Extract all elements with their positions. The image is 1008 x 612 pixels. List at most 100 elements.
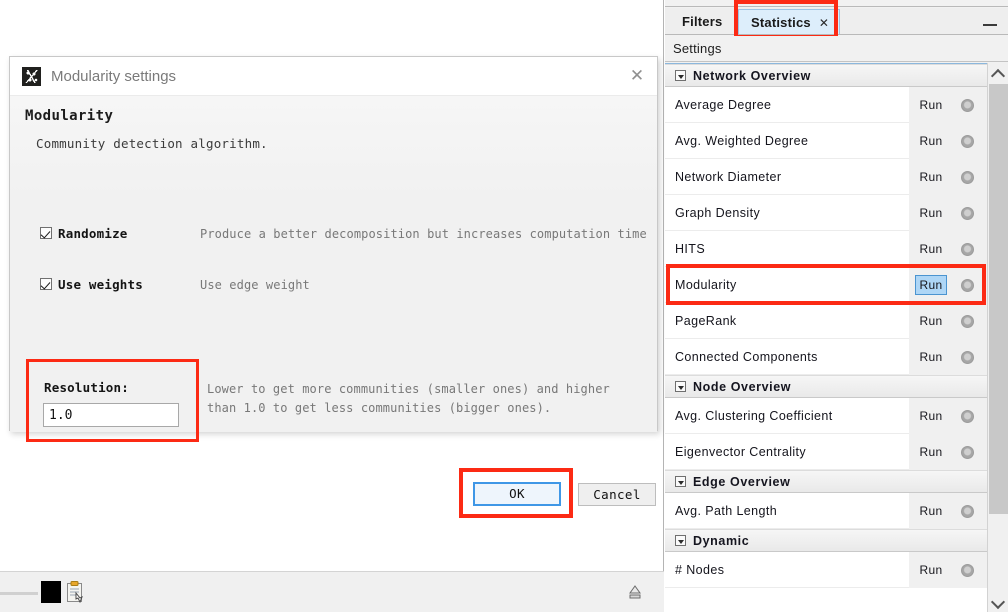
table-row[interactable]: Network Diameter Run [665, 159, 987, 195]
close-icon[interactable]: ✕ [819, 11, 829, 36]
statistic-actions: Run [909, 267, 987, 303]
table-row[interactable]: Average Degree Run [665, 87, 987, 123]
run-button[interactable]: Run [915, 406, 947, 426]
annotation-box-resolution [26, 359, 199, 442]
tab-filters[interactable]: Filters [668, 9, 737, 34]
chevron-down-icon[interactable] [675, 381, 686, 392]
statistic-actions: Run [909, 303, 987, 339]
panel-tab-bar: Filters Statistics ✕ [665, 8, 1008, 35]
statistic-name: PageRank [675, 313, 737, 328]
use-weights-checkbox[interactable] [40, 278, 52, 290]
resolution-label: Resolution: [44, 380, 129, 395]
help-icon[interactable] [961, 134, 974, 148]
run-button[interactable]: Run [915, 203, 947, 223]
dialog-heading: Modularity [25, 108, 114, 124]
ok-button[interactable]: OK [473, 482, 561, 506]
resolution-description: Lower to get more communities (smaller o… [207, 382, 610, 415]
run-button[interactable]: Run [915, 275, 947, 295]
panel-top-strip [665, 0, 1008, 7]
run-button[interactable]: Run [915, 501, 947, 521]
run-button[interactable]: Run [915, 442, 947, 462]
statistic-name: Graph Density [675, 205, 761, 220]
minimize-icon[interactable] [982, 17, 998, 31]
section-header-node-overview[interactable]: Node Overview [665, 375, 987, 398]
section-title: Network Overview [693, 68, 811, 83]
run-button[interactable]: Run [915, 239, 947, 259]
chevron-down-icon[interactable] [675, 476, 686, 487]
cancel-button[interactable]: Cancel [578, 483, 656, 506]
run-button[interactable]: Run [915, 560, 947, 580]
table-row[interactable]: Connected Components Run [665, 339, 987, 375]
randomize-checkbox[interactable] [40, 227, 52, 239]
section-header-network-overview[interactable]: Network Overview [665, 64, 987, 87]
gephi-app-icon [22, 66, 41, 86]
statistic-actions: Run [909, 123, 987, 159]
statistic-name: HITS [675, 241, 706, 256]
help-icon[interactable] [961, 350, 974, 364]
scroll-down-icon[interactable] [988, 593, 1008, 610]
help-icon[interactable] [961, 445, 974, 459]
help-icon[interactable] [961, 409, 974, 423]
use-weights-description: Use edge weight [200, 278, 310, 292]
modularity-settings-dialog: Modularity settings ✕ Modularity Communi… [9, 56, 658, 518]
statistic-actions: Run [909, 339, 987, 375]
settings-label: Settings [665, 36, 1008, 62]
table-row[interactable]: Avg. Clustering Coefficient Run [665, 398, 987, 434]
section-title: Edge Overview [693, 474, 791, 489]
zoom-slider[interactable] [0, 592, 38, 595]
panel-scrollbar[interactable] [987, 63, 1008, 612]
dialog-body: Modularity Community detection algorithm… [10, 96, 657, 518]
eject-icon[interactable] [628, 584, 642, 600]
statistic-actions: Run [909, 87, 987, 123]
table-row[interactable]: Avg. Weighted Degree Run [665, 123, 987, 159]
help-icon[interactable] [961, 242, 974, 256]
section-title: Node Overview [693, 379, 792, 394]
statistic-name: Modularity [675, 277, 737, 292]
statistic-actions: Run [909, 195, 987, 231]
status-bar [0, 571, 664, 612]
background-color-swatch[interactable] [41, 581, 61, 603]
table-row[interactable]: Graph Density Run [665, 195, 987, 231]
statistic-name: Avg. Clustering Coefficient [675, 408, 833, 423]
help-icon[interactable] [961, 314, 974, 328]
statistic-actions: Run [909, 159, 987, 195]
resolution-input[interactable] [43, 403, 179, 427]
statistics-list-inner: Network Overview Average Degree Run Avg. We… [665, 64, 987, 588]
run-button[interactable]: Run [915, 347, 947, 367]
section-header-edge-overview[interactable]: Edge Overview [665, 470, 987, 493]
run-button[interactable]: Run [915, 167, 947, 187]
help-icon[interactable] [961, 98, 974, 112]
randomize-label: Randomize [58, 226, 128, 241]
run-button[interactable]: Run [915, 95, 947, 115]
use-weights-label: Use weights [58, 277, 143, 292]
statistic-actions: Run [909, 493, 987, 529]
table-row[interactable]: Eigenvector Centrality Run [665, 434, 987, 470]
main-workspace: Modularity settings ✕ Modularity Communi… [0, 0, 664, 612]
table-row[interactable]: Avg. Path Length Run [665, 493, 987, 529]
chevron-down-icon[interactable] [675, 535, 686, 546]
help-icon[interactable] [961, 504, 974, 518]
statistic-name: Eigenvector Centrality [675, 444, 807, 459]
help-icon[interactable] [961, 563, 974, 577]
statistic-name: Avg. Path Length [675, 503, 778, 518]
table-row[interactable]: PageRank Run [665, 303, 987, 339]
table-row[interactable]: HITS Run [665, 231, 987, 267]
run-button[interactable]: Run [915, 131, 947, 151]
help-icon[interactable] [961, 206, 974, 220]
scrollbar-thumb[interactable] [989, 84, 1008, 514]
run-button[interactable]: Run [915, 311, 947, 331]
dialog-title: Modularity settings [51, 67, 177, 85]
chevron-down-icon[interactable] [675, 70, 686, 81]
statistics-list: Network Overview Average Degree Run Avg. We… [665, 63, 1008, 612]
scroll-up-icon[interactable] [988, 65, 1008, 82]
randomize-description: Produce a better decomposition but incre… [200, 227, 647, 241]
help-icon[interactable] [961, 278, 974, 292]
tab-statistics[interactable]: Statistics ✕ [738, 9, 841, 36]
statistic-name: # Nodes [675, 562, 725, 577]
section-header-dynamic[interactable]: Dynamic [665, 529, 987, 552]
clipboard-icon[interactable] [65, 581, 85, 604]
table-row[interactable]: Modularity Run [665, 267, 987, 303]
close-icon[interactable]: ✕ [626, 65, 648, 87]
help-icon[interactable] [961, 170, 974, 184]
table-row[interactable]: # Nodes Run [665, 552, 987, 588]
